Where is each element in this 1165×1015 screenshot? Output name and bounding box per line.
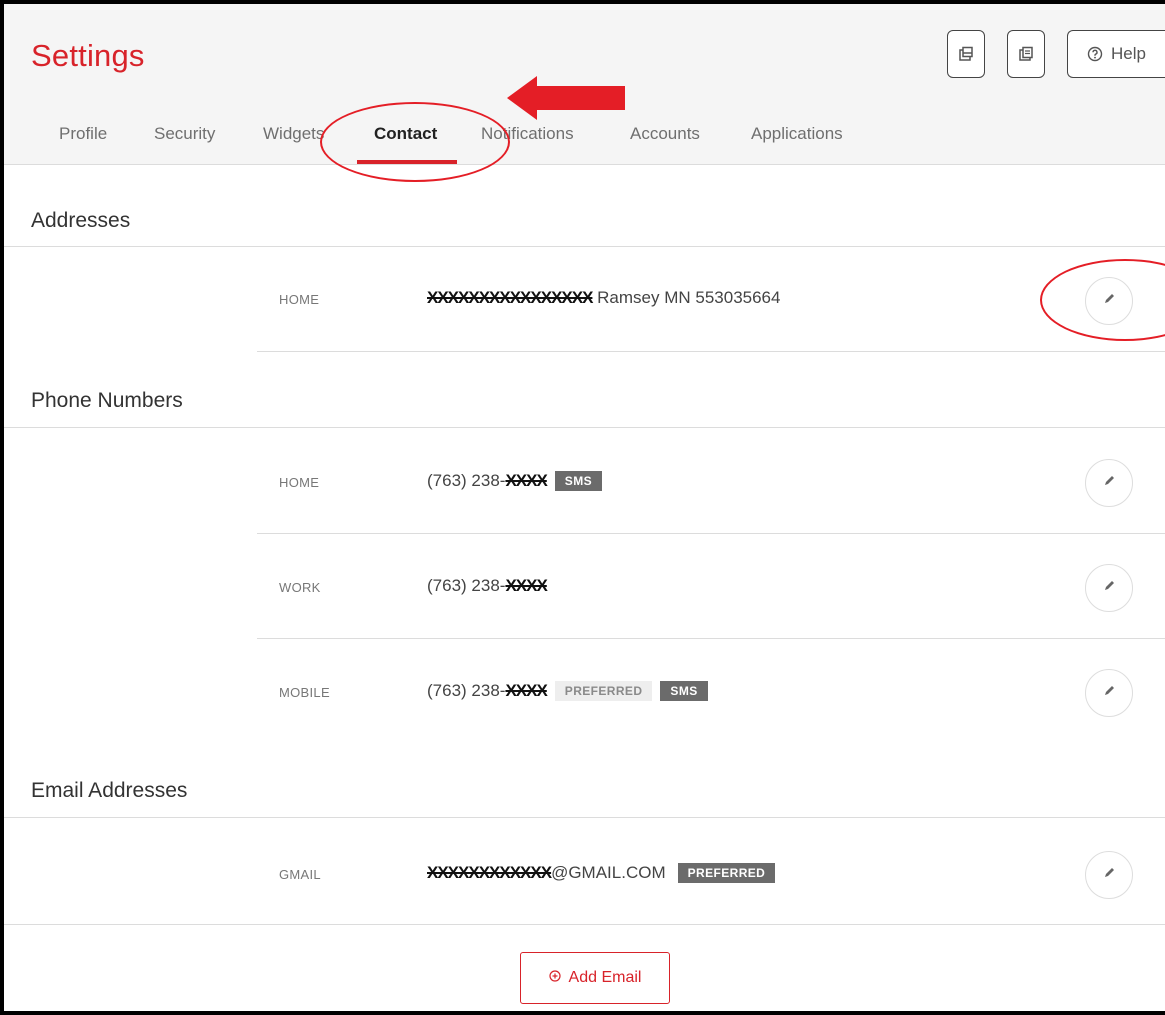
sms-badge: SMS [554, 471, 603, 491]
divider [257, 638, 1165, 639]
annotation-arrow-icon [507, 76, 625, 125]
phone-type-label: WORK [279, 580, 321, 595]
email-domain: @GMAIL.COM [551, 863, 666, 882]
tab-profile[interactable]: Profile [59, 124, 107, 144]
add-email-button[interactable]: Add Email [520, 952, 670, 1004]
divider [4, 427, 1165, 428]
divider [257, 351, 1165, 352]
plus-circle-icon [548, 969, 561, 987]
preferred-badge: PREFERRED [677, 863, 776, 883]
email-addresses-heading: Email Addresses [31, 779, 188, 802]
phone-numbers-heading: Phone Numbers [31, 389, 183, 412]
window-icon [958, 46, 974, 62]
add-email-label: Add Email [568, 969, 642, 986]
pencil-icon [1103, 684, 1116, 702]
pencil-icon [1103, 866, 1116, 884]
settings-page: Settings Help Profile Security Widgets C… [4, 4, 1165, 1011]
addresses-heading: Addresses [31, 209, 131, 232]
pencil-icon [1103, 474, 1116, 492]
edit-email-gmail-button[interactable] [1085, 851, 1133, 899]
pencil-icon [1103, 292, 1116, 310]
edit-phone-work-button[interactable] [1085, 564, 1133, 612]
sms-badge: SMS [660, 681, 708, 701]
redacted-text: XXXXXXXXXXXX [427, 863, 552, 882]
address-type-label: HOME [279, 292, 320, 307]
document-button[interactable] [1007, 30, 1045, 78]
tab-contact[interactable]: Contact [374, 124, 437, 144]
window-button[interactable] [947, 30, 985, 78]
address-text: Ramsey MN 553035664 [592, 288, 781, 307]
divider [4, 924, 1165, 925]
pencil-icon [1103, 579, 1116, 597]
phone-prefix: (763) 238- [427, 471, 506, 490]
redacted-text: XXXX [505, 576, 547, 595]
address-value: XXXXXXXXXXXXXXXX Ramsey MN 553035664 [427, 288, 780, 308]
tab-security[interactable]: Security [154, 124, 215, 144]
phone-value: (763) 238- XXXX PREFERRED SMS [427, 681, 708, 701]
email-type-label: GMAIL [279, 867, 321, 882]
help-circle-icon [1087, 46, 1103, 62]
phone-value: (763) 238- XXXX [427, 576, 548, 596]
redacted-text: XXXXXXXXXXXXXXXX [427, 288, 593, 307]
phone-prefix: (763) 238- [427, 576, 506, 595]
divider [257, 533, 1165, 534]
email-value: XXXXXXXXXXXX @GMAIL.COM PREFERRED [427, 863, 776, 883]
divider [4, 246, 1165, 247]
edit-phone-mobile-button[interactable] [1085, 669, 1133, 717]
phone-type-label: HOME [279, 475, 320, 490]
phone-value: (763) 238- XXXX SMS [427, 471, 603, 491]
help-label: Help [1111, 44, 1146, 63]
tab-notifications[interactable]: Notifications [481, 124, 574, 144]
redacted-text: XXXX [505, 471, 547, 490]
redacted-text: XXXX [505, 681, 547, 700]
active-tab-indicator [357, 160, 457, 164]
tab-accounts[interactable]: Accounts [630, 124, 700, 144]
phone-prefix: (763) 238- [427, 681, 506, 700]
edit-phone-home-button[interactable] [1085, 459, 1133, 507]
tab-widgets[interactable]: Widgets [263, 124, 324, 144]
document-icon [1018, 46, 1034, 62]
edit-address-home-button[interactable] [1085, 277, 1133, 325]
divider [4, 817, 1165, 818]
phone-type-label: MOBILE [279, 685, 330, 700]
tab-applications[interactable]: Applications [751, 124, 843, 144]
preferred-badge: PREFERRED [554, 681, 653, 701]
help-button[interactable]: Help [1067, 30, 1165, 78]
page-title: Settings [31, 38, 145, 73]
